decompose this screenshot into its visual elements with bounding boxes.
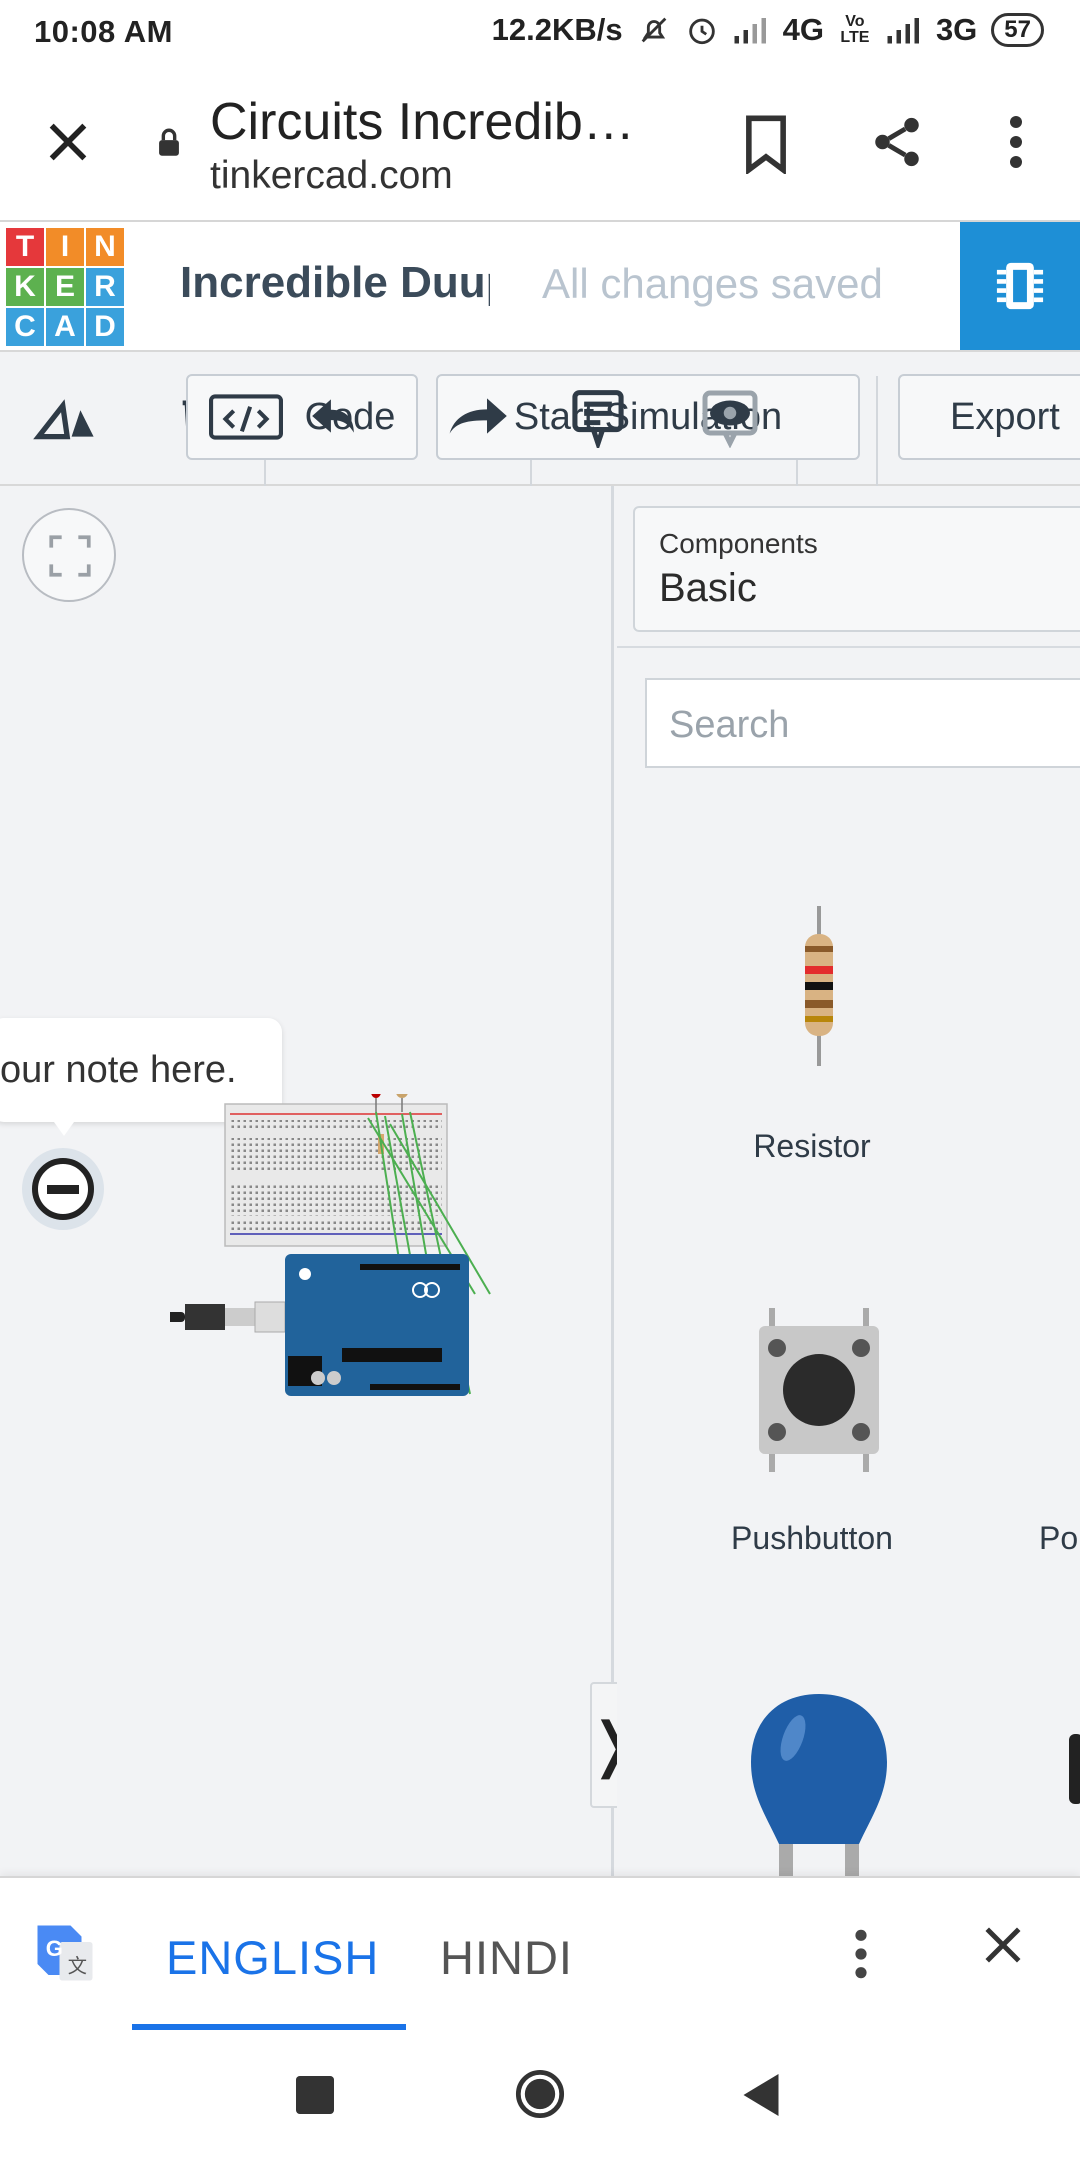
logo-letter: K — [6, 268, 44, 306]
status-bar: 10:08 AM 12.2KB/s 4G Vo LTE 3G 57 — [0, 0, 1080, 66]
app-header: TIN KER CAD Incredible Duup All changes sa… — [0, 222, 1080, 352]
component-label: Pushbutton — [731, 1520, 893, 1556]
clock: 10:08 AM — [34, 14, 173, 49]
fit-view-button[interactable] — [22, 508, 116, 602]
lock-icon — [159, 128, 179, 156]
arduino-uno-board[interactable] — [285, 1254, 469, 1396]
alarm-icon — [688, 18, 715, 45]
editor-toolbar: Code Start Simulation Export — [0, 352, 1080, 486]
close-icon — [49, 123, 87, 161]
component-resistor[interactable]: Resistor — [617, 906, 1017, 1266]
google-translate-icon[interactable]: G 文 — [32, 1920, 98, 1986]
usb-cable[interactable] — [170, 1301, 286, 1333]
code-button[interactable]: Code — [186, 374, 418, 460]
active-tab-indicator — [132, 2024, 406, 2030]
components-dropdown[interactable]: Components Basic — [633, 506, 1080, 632]
project-name[interactable]: Incredible Duup — [180, 258, 490, 308]
back-triangle-icon[interactable] — [742, 2074, 780, 2116]
tinkercad-logo[interactable]: TIN KER CAD — [6, 228, 124, 346]
share-icon[interactable] — [868, 112, 926, 172]
svg-text:文: 文 — [68, 1955, 87, 1977]
mute-bell-icon — [641, 17, 666, 43]
search-input[interactable]: Search — [645, 678, 1080, 768]
circuit-board-icon — [996, 262, 1044, 310]
page-title[interactable]: Circuits Incredib… — [210, 92, 690, 152]
workplane-canvas[interactable]: our note here. ❭ — [0, 486, 637, 1876]
note-pointer — [44, 1108, 84, 1136]
language-english-tab[interactable]: ENGLISH — [166, 1930, 379, 1985]
browser-toolbar: Circuits Incredib… tinkercad.com — [0, 66, 1080, 222]
components-label: Components — [659, 528, 818, 559]
components-value: Basic — [659, 566, 757, 610]
network-type-1: 4G — [782, 12, 824, 47]
capacitor-icon[interactable] — [745, 1688, 895, 1876]
save-status: All changes saved — [542, 260, 883, 307]
close-tab-button[interactable] — [40, 114, 96, 170]
language-hindi-tab[interactable]: HINDI — [440, 1930, 573, 1985]
system-nav-bar — [0, 2032, 1080, 2160]
logo-letter: N — [86, 228, 124, 266]
more-vert-icon[interactable] — [846, 1926, 876, 1982]
resistor-icon — [805, 906, 833, 1066]
bookmark-icon[interactable] — [740, 114, 792, 174]
note-pin-icon[interactable] — [22, 1148, 104, 1230]
volte-label: Vo LTE — [840, 13, 870, 46]
net-speed: 12.2KB/s — [491, 12, 623, 47]
notes-icon[interactable] — [570, 388, 626, 448]
component-label-partial: Po — [1039, 1520, 1079, 1556]
undo-icon[interactable] — [308, 394, 358, 438]
logo-letter: E — [46, 268, 84, 306]
more-vert-icon[interactable] — [996, 112, 1036, 172]
logo-letter: T — [6, 228, 44, 266]
signal-icon-2 — [887, 18, 919, 44]
svg-text:G: G — [46, 1936, 63, 1961]
visibility-icon[interactable] — [700, 388, 760, 448]
components-panel: Components Basic Search Resistor Pushbut… — [617, 486, 1080, 1876]
signal-icon — [734, 18, 766, 44]
redo-icon[interactable] — [440, 394, 512, 438]
component-label: Resistor — [753, 1128, 871, 1164]
battery-icon: 57 — [991, 13, 1044, 47]
circuit-view-button[interactable] — [960, 222, 1080, 350]
logo-letter: D — [86, 308, 124, 346]
logo-letter: C — [6, 308, 44, 346]
circuit-assembly[interactable] — [170, 1094, 520, 1424]
export-button[interactable]: Export — [898, 374, 1080, 460]
logo-letter: I — [46, 228, 84, 266]
recents-square-icon[interactable] — [296, 2076, 334, 2114]
component-pushbutton[interactable]: Pushbutton Po — [617, 1298, 1078, 1678]
network-type-2: 3G — [935, 12, 978, 47]
translate-bar: G 文 ENGLISH HINDI — [0, 1876, 1080, 2032]
rotate-icon[interactable] — [32, 396, 98, 442]
logo-letter: A — [46, 308, 84, 346]
url-label[interactable]: tinkercad.com — [210, 154, 453, 198]
fullscreen-icon — [49, 535, 91, 577]
status-icons: 12.2KB/s 4G Vo LTE 3G 57 — [492, 12, 1044, 48]
code-icon — [208, 394, 283, 440]
logo-letter: R — [86, 268, 124, 306]
pushbutton-icon — [759, 1308, 879, 1472]
component-edge-icon[interactable] — [1069, 1734, 1080, 1804]
export-label: Export — [950, 395, 1060, 438]
home-circle-icon[interactable] — [514, 2068, 566, 2120]
panel-divider — [617, 646, 1080, 648]
close-icon[interactable] — [976, 1918, 1030, 1972]
